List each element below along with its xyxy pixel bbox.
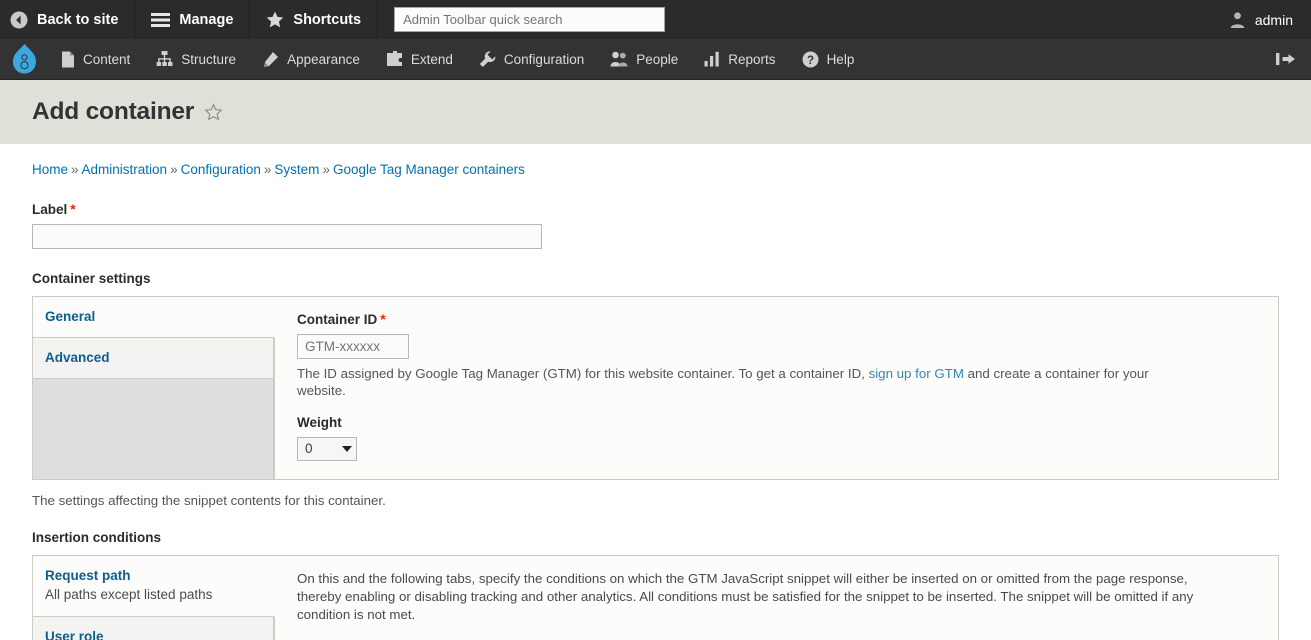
reports-icon bbox=[704, 51, 720, 67]
content-icon bbox=[61, 51, 75, 68]
menu-label: Structure bbox=[181, 51, 237, 67]
description-part-1: The ID assigned by Google Tag Manager (G… bbox=[297, 366, 869, 381]
menu-item-configuration[interactable]: Configuration bbox=[466, 39, 597, 80]
menu-label: Extend bbox=[410, 51, 453, 67]
breadcrumb-item-configuration[interactable]: Configuration bbox=[181, 162, 261, 177]
menu-label: People bbox=[636, 51, 679, 67]
breadcrumb-separator: » bbox=[263, 162, 272, 177]
manage-label: Manage bbox=[179, 11, 234, 28]
people-icon bbox=[610, 51, 628, 67]
bookmark-star-button[interactable] bbox=[204, 102, 223, 122]
weight-selected-value: 0 bbox=[305, 441, 313, 457]
menu-label: Reports bbox=[728, 51, 776, 67]
weight-select[interactable]: 0 bbox=[297, 436, 357, 461]
collapse-left-icon bbox=[1275, 51, 1297, 67]
drupal-logo[interactable] bbox=[0, 44, 48, 74]
menu-label: Configuration bbox=[503, 51, 585, 67]
insertion-conditions-title: Insertion conditions bbox=[32, 529, 162, 545]
insertion-conditions-tab-menu: Request path All paths except listed pat… bbox=[33, 555, 275, 640]
sign-up-for-gtm-link[interactable]: sign up for GTM bbox=[869, 366, 964, 381]
breadcrumb-item-home[interactable]: Home bbox=[32, 162, 68, 177]
breadcrumb: Home» Administration» Configuration» System… bbox=[32, 144, 1279, 177]
breadcrumb-separator: » bbox=[170, 162, 178, 177]
appearance-icon bbox=[262, 51, 279, 68]
structure-icon bbox=[156, 51, 173, 67]
weight-label: Weight bbox=[297, 414, 342, 430]
menu-label: Help bbox=[826, 51, 855, 67]
shortcuts-tab[interactable]: Shortcuts bbox=[250, 0, 379, 39]
general-tab-pane: Container ID* The ID assigned by Google … bbox=[275, 297, 1278, 479]
manage-tab[interactable]: Manage bbox=[135, 0, 251, 39]
username-label: admin bbox=[1254, 11, 1293, 28]
required-marker: * bbox=[380, 311, 386, 327]
container-settings-note: The settings affecting the snippet conte… bbox=[32, 492, 386, 508]
container-settings-title: Container settings bbox=[32, 271, 151, 286]
tab-advanced[interactable]: Advanced bbox=[33, 338, 274, 380]
container-id-description: The ID assigned by Google Tag Manager (G… bbox=[297, 366, 1187, 400]
user-avatar-icon bbox=[1229, 11, 1246, 28]
container-id-label: Container ID * bbox=[297, 311, 1258, 327]
menu-item-content[interactable]: Content bbox=[48, 39, 143, 80]
menu-item-reports[interactable]: Reports bbox=[691, 39, 788, 80]
admin-toolbar-bar: Back to site Manage Shortcuts Admin Tool… bbox=[0, 0, 1311, 39]
user-account-menu[interactable]: admin bbox=[1215, 0, 1311, 39]
tab-user-role-title: User role bbox=[45, 628, 104, 640]
toolbar-collapse-button[interactable] bbox=[1261, 51, 1311, 67]
main-content: Home» Administration» Configuration» System… bbox=[0, 144, 1311, 640]
back-to-site-label: Back to site bbox=[37, 11, 119, 28]
shortcuts-label: Shortcuts bbox=[293, 11, 362, 28]
svg-text:?: ? bbox=[807, 54, 814, 66]
chevron-down-icon bbox=[342, 445, 352, 452]
breadcrumb-item-gtm-containers[interactable]: Google Tag Manager containers bbox=[333, 162, 525, 177]
back-to-site-button[interactable]: Back to site bbox=[0, 0, 136, 39]
help-icon: ? bbox=[802, 51, 819, 68]
menu-item-structure[interactable]: Structure bbox=[143, 39, 249, 80]
extend-icon bbox=[386, 51, 403, 67]
label-field-label: Label * bbox=[32, 201, 1279, 217]
breadcrumb-separator: » bbox=[71, 162, 79, 177]
menu-item-extend[interactable]: Extend bbox=[373, 39, 466, 80]
tab-request-path-title: Request path bbox=[45, 567, 131, 583]
tab-request-path-summary: All paths except listed paths bbox=[45, 586, 213, 602]
configuration-icon bbox=[479, 50, 496, 68]
menu-label: Content bbox=[83, 51, 131, 67]
admin-quick-search-input[interactable] bbox=[394, 7, 666, 32]
tab-general[interactable]: General bbox=[33, 297, 275, 339]
breadcrumb-item-administration[interactable]: Administration bbox=[82, 162, 168, 177]
tab-user-role[interactable]: User role All roles bbox=[33, 616, 274, 640]
container-id-label-text: Container ID bbox=[297, 312, 378, 327]
breadcrumb-separator: » bbox=[322, 162, 330, 177]
page-title: Add container bbox=[32, 98, 195, 125]
container-id-input[interactable] bbox=[297, 334, 409, 359]
container-settings-tab-menu: General Advanced bbox=[33, 297, 275, 479]
menu-item-appearance[interactable]: Appearance bbox=[249, 39, 373, 80]
drupal-droplet-icon bbox=[11, 44, 38, 74]
breadcrumb-item-system[interactable]: System bbox=[274, 162, 319, 177]
container-settings-vertical-tabs: General Advanced Container ID* The ID as… bbox=[32, 296, 1279, 480]
menu-item-help[interactable]: ? Help bbox=[789, 39, 868, 80]
menu-item-people[interactable]: People bbox=[597, 39, 691, 80]
tab-request-path[interactable]: Request path All paths except listed pat… bbox=[33, 555, 275, 617]
request-path-tab-pane: On this and the following tabs, specify … bbox=[275, 555, 1278, 640]
tab-general-title: General bbox=[45, 309, 96, 324]
menu-label: Appearance bbox=[287, 51, 360, 67]
label-input[interactable] bbox=[32, 224, 542, 249]
insertion-conditions-description: On this and the following tabs, specify … bbox=[297, 570, 1194, 623]
back-arrow-icon bbox=[10, 11, 28, 29]
admin-search-container bbox=[378, 0, 666, 39]
star-icon bbox=[266, 11, 284, 28]
page-header-band: Add container bbox=[0, 80, 1311, 144]
admin-menu-bar: Content Structure Appearance Extend Conf… bbox=[0, 39, 1311, 80]
tab-menu-filler bbox=[33, 379, 274, 479]
label-field-text: Label bbox=[32, 202, 68, 217]
required-marker: * bbox=[70, 201, 76, 217]
hamburger-icon bbox=[151, 12, 171, 28]
tab-advanced-title: Advanced bbox=[45, 350, 110, 366]
insertion-conditions-vertical-tabs: Request path All paths except listed pat… bbox=[32, 554, 1279, 640]
